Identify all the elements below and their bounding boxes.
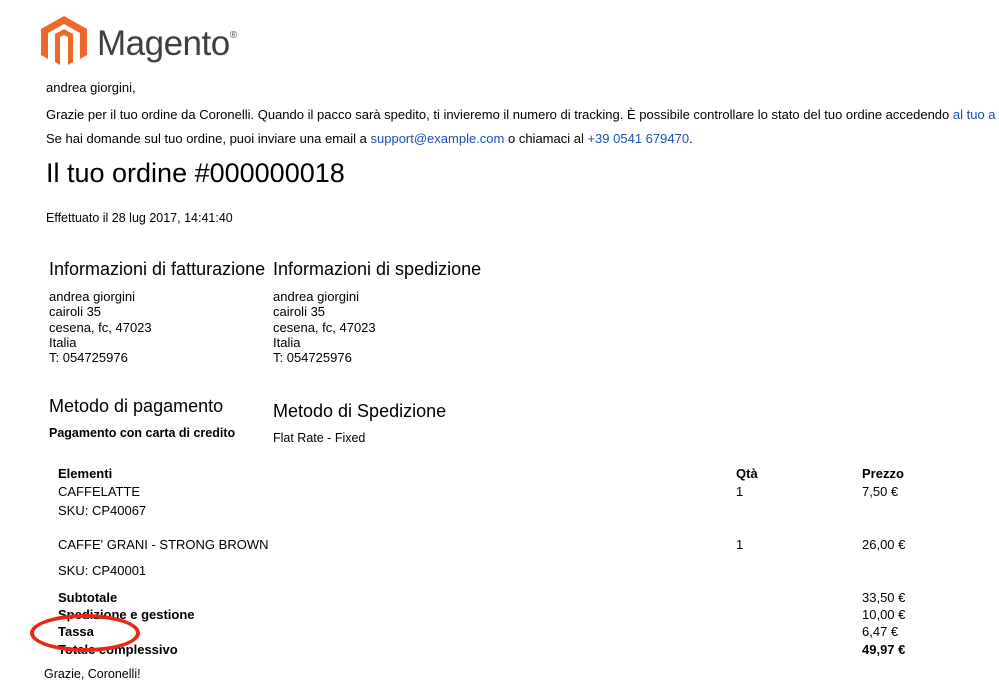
billing-line: Italia: [49, 334, 77, 350]
total-value: 6,47 €: [862, 624, 899, 639]
account-link[interactable]: al tuo a: [953, 107, 996, 122]
billing-line: andrea giorgini: [49, 289, 136, 304]
total-label: Subtotale: [58, 590, 118, 605]
billing-title: Informazioni di fatturazione: [49, 259, 266, 279]
item-sku: SKU: CP40001: [58, 563, 147, 578]
annotation-circle: [30, 614, 140, 652]
header-qty: Qtà: [736, 466, 758, 481]
intro-paragraph: Grazie per il tuo ordine da Coronelli. Q…: [46, 107, 996, 122]
total-value: 10,00 €: [862, 607, 906, 622]
item-qty: 1: [736, 484, 744, 499]
item-name: CAFFE' GRANI - STRONG BROWN: [58, 537, 269, 552]
signoff: Grazie, Coronelli!: [44, 667, 141, 681]
payment-method-value: Pagamento con carta di credito: [49, 426, 236, 440]
payment-method-title: Metodo di pagamento: [49, 396, 224, 416]
shipping-line: andrea giorgini: [273, 289, 360, 304]
shipping-address: andrea giorgini cairoli 35 cesena, fc, 4…: [273, 289, 376, 365]
support-phone-link[interactable]: +39 0541 679470: [587, 131, 689, 146]
shipping-line: Italia: [273, 334, 301, 350]
order-title: Il tuo ordine #000000018: [46, 158, 345, 188]
item-name: CAFFELATTE: [58, 484, 141, 499]
shipping-line: cairoli 35: [273, 304, 326, 320]
shipping-method-value: Flat Rate - Fixed: [273, 431, 366, 445]
total-value: 49,97 €: [862, 642, 906, 657]
item-price: 26,00 €: [862, 537, 906, 552]
shipping-line: cesena, fc, 47023: [273, 319, 376, 335]
shipping-title: Informazioni di spedizione: [273, 259, 482, 279]
billing-line: cesena, fc, 47023: [49, 319, 152, 335]
greeting: andrea giorgini,: [46, 80, 136, 95]
shipping-line: T: 054725976: [273, 350, 352, 366]
brand-name: Magento®: [97, 24, 237, 63]
billing-line: T: 054725976: [49, 350, 128, 366]
total-value: 33,50 €: [862, 590, 906, 605]
shipping-method-title: Metodo di Spedizione: [273, 401, 447, 421]
magento-logo-icon: [41, 16, 87, 65]
item-price: 7,50 €: [862, 484, 899, 499]
contact-paragraph: Se hai domande sul tuo ordine, puoi invi…: [46, 131, 693, 146]
billing-address: andrea giorgini cairoli 35 cesena, fc, 4…: [49, 289, 152, 365]
support-email-link[interactable]: support@example.com: [371, 131, 505, 146]
item-sku: SKU: CP40067: [58, 503, 147, 518]
item-qty: 1: [736, 537, 744, 552]
billing-line: cairoli 35: [49, 304, 102, 320]
order-date: Effettuato il 28 lug 2017, 14:41:40: [46, 211, 233, 225]
header-item: Elementi: [58, 466, 113, 481]
header-price: Prezzo: [862, 466, 904, 481]
magento-logo: Magento®: [41, 16, 241, 72]
